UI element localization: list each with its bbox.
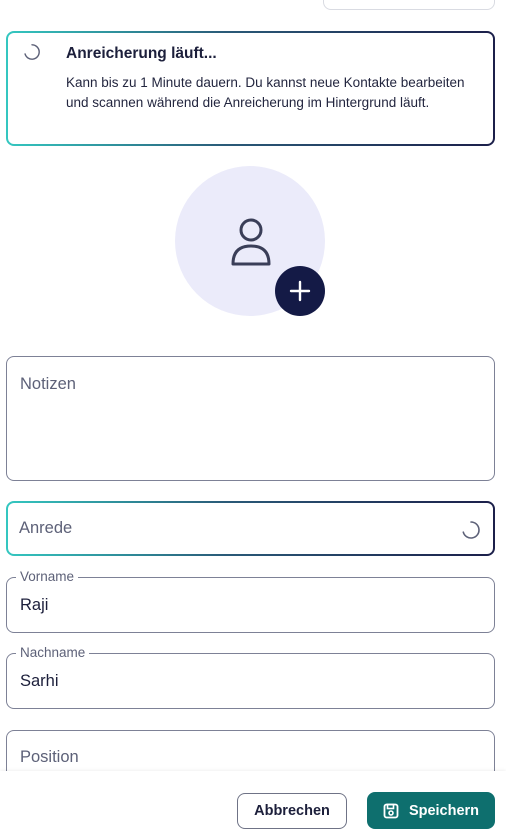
save-icon [383,803,399,818]
enrichment-banner: Anreicherung läuft... Kann bis zu 1 Minu… [6,31,495,146]
first-name-label: Vorname [16,569,79,584]
person-icon [231,218,271,266]
last-name-field[interactable]: Nachname Sarhi [6,645,495,709]
banner-text: Kann bis zu 1 Minute dauern. Du kannst n… [66,75,465,110]
salutation-field[interactable]: Anrede [6,501,495,556]
contact-edit-screen: Anreicherung läuft... Kann bis zu 1 Minu… [0,0,506,839]
footer-actions: Abbrechen Speichern [0,771,506,839]
plus-icon [289,280,311,302]
cancel-button[interactable]: Abbrechen [237,793,347,829]
last-name-value: Sarhi [20,672,59,690]
notes-placeholder: Notizen [20,375,76,393]
top-field-edge [323,0,495,10]
last-name-label: Nachname [16,645,90,660]
notes-field[interactable]: Notizen [6,356,495,481]
add-photo-button[interactable] [275,266,325,316]
banner-title: Anreicherung läuft... [66,45,217,62]
loading-spinner-icon [462,521,480,539]
save-button[interactable]: Speichern [367,792,495,829]
first-name-field[interactable]: Vorname Raji [6,569,495,633]
loading-spinner-icon [24,44,40,60]
salutation-placeholder: Anrede [19,519,73,537]
first-name-value: Raji [20,596,49,614]
position-placeholder: Position [20,748,79,766]
save-button-label: Speichern [408,802,480,819]
